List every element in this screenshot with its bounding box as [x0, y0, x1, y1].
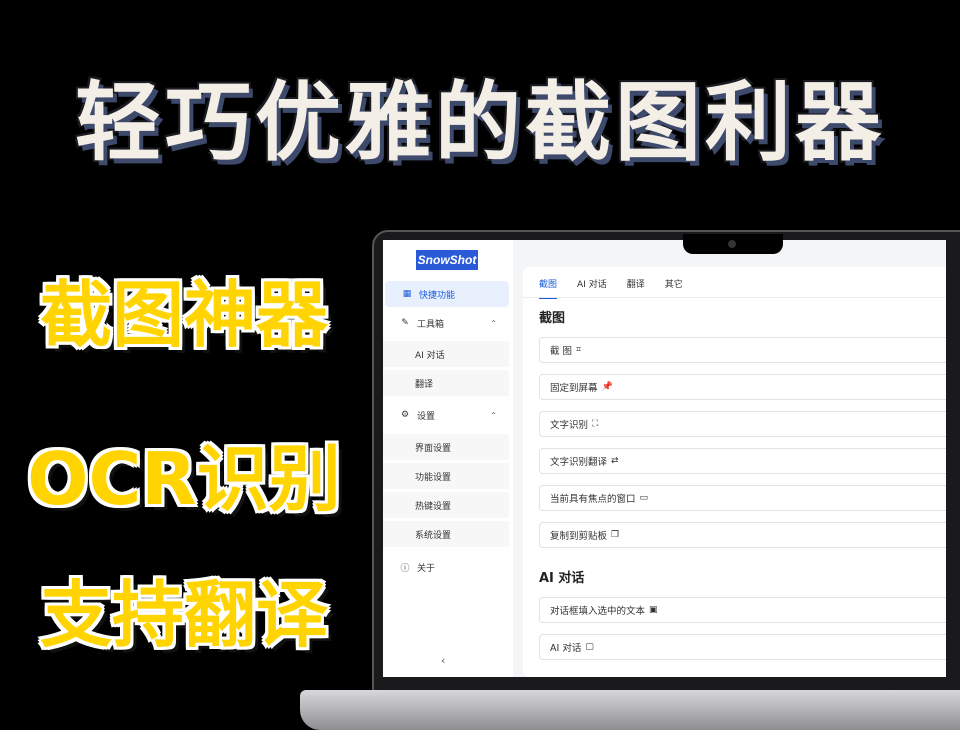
sidebar-item-ai-chat[interactable]: AI 对话 [383, 341, 509, 367]
sidebar-item-settings[interactable]: ⚙ 设置 ⌃ [383, 402, 509, 428]
tab-screenshot[interactable]: 截图 [539, 277, 558, 299]
translate-icon: ⇄ [611, 456, 619, 466]
chevron-up-icon[interactable]: ⌃ [490, 411, 497, 420]
side-label-translate: 支持翻译 [39, 573, 328, 657]
sidebar-item-about[interactable]: ⓘ 关于 [383, 554, 509, 580]
row-label: 对话框填入选中的文本 [550, 606, 646, 617]
sidebar-item-label: 设置 [417, 411, 436, 422]
shortcut-row-pin-to-screen[interactable]: 固定到屏幕 📌 [539, 374, 946, 400]
grid-icon: ▦ [402, 289, 412, 299]
tab-bar: 截图 AI 对话 翻译 其它 [539, 277, 683, 299]
row-label: 文字识别翻译 [550, 457, 608, 468]
side-label-ocr: OCR识别 [27, 437, 341, 521]
chat-icon: ▢ [585, 642, 594, 652]
settings-panel: 截图 AI 对话 翻译 其它 截图 截 图 ⌗ 固定到屏幕 📌 文字识别 ⛶ 文… [523, 267, 946, 677]
sidebar: SnowShot ▦ 快捷功能 ✎ 工具箱 ⌃ AI 对话 翻译 ⚙ 设置 ⌃ … [383, 240, 514, 677]
shortcut-row-fill-selected-text[interactable]: 对话框填入选中的文本 ▣ [539, 597, 946, 623]
shortcut-row-screenshot[interactable]: 截 图 ⌗ [539, 337, 946, 363]
shortcut-row-ocr[interactable]: 文字识别 ⛶ [539, 411, 946, 437]
tab-divider [523, 297, 946, 298]
sidebar-item-system-settings[interactable]: 系统设置 [383, 521, 509, 547]
sidebar-item-translate[interactable]: 翻译 [383, 370, 509, 396]
sidebar-item-function-settings[interactable]: 功能设置 [383, 463, 509, 489]
row-label: 截 图 [550, 346, 573, 357]
shortcut-row-ai-chat[interactable]: AI 对话 ▢ [539, 634, 946, 660]
app-window: SnowShot ▦ 快捷功能 ✎ 工具箱 ⌃ AI 对话 翻译 ⚙ 设置 ⌃ … [383, 240, 946, 677]
main-content: 截图 AI 对话 翻译 其它 截图 截 图 ⌗ 固定到屏幕 📌 文字识别 ⛶ 文… [513, 240, 946, 677]
scan-text-icon: ⛶ [592, 419, 599, 429]
section-title-screenshot: 截图 [539, 311, 566, 326]
headline-title: 轻巧优雅的截图利器 [75, 73, 885, 173]
tab-translate[interactable]: 翻译 [627, 277, 645, 295]
camera-notch [683, 234, 783, 254]
row-label: 文字识别 [550, 420, 589, 431]
tab-other[interactable]: 其它 [665, 277, 683, 295]
crop-icon: ⌗ [576, 345, 582, 355]
tab-ai-chat[interactable]: AI 对话 [577, 277, 607, 295]
section-title-ai-chat: AI 对话 [539, 571, 585, 586]
clipboard-icon: ❐ [611, 530, 620, 540]
row-label: 当前具有焦点的窗口 [550, 494, 636, 505]
window-icon: ▭ [639, 493, 649, 503]
row-label: AI 对话 [550, 643, 582, 654]
shortcut-row-copy-clipboard[interactable]: 复制到剪贴板 ❐ [539, 522, 946, 548]
row-label: 复制到剪贴板 [550, 531, 608, 542]
camera-icon [728, 240, 736, 248]
sidebar-item-label: 快捷功能 [419, 290, 456, 301]
shortcut-row-focused-window[interactable]: 当前具有焦点的窗口 ▭ [539, 485, 946, 511]
chevron-up-icon[interactable]: ⌃ [490, 319, 497, 328]
pin-icon: 📌 [601, 382, 613, 392]
row-label: 固定到屏幕 [550, 383, 598, 394]
laptop-base [300, 690, 960, 730]
collapse-sidebar-icon[interactable]: ‹ [441, 654, 445, 667]
wrench-icon: ✎ [401, 318, 409, 328]
sidebar-item-ui-settings[interactable]: 界面设置 [383, 434, 509, 460]
text-box-icon: ▣ [649, 605, 658, 615]
app-logo: SnowShot [416, 250, 478, 270]
side-label-screenshot: 截图神器 [39, 273, 328, 357]
sidebar-item-label: 关于 [417, 563, 436, 574]
sidebar-item-hotkey-settings[interactable]: 热键设置 [383, 492, 509, 518]
gear-icon: ⚙ [400, 410, 410, 420]
shortcut-row-ocr-translate[interactable]: 文字识别翻译 ⇄ [539, 448, 946, 474]
sidebar-item-shortcuts[interactable]: ▦ 快捷功能 [385, 281, 509, 307]
info-icon: ⓘ [400, 563, 410, 574]
sidebar-item-label: 工具箱 [417, 319, 445, 330]
sidebar-item-toolbox[interactable]: ✎ 工具箱 ⌃ [383, 310, 509, 336]
